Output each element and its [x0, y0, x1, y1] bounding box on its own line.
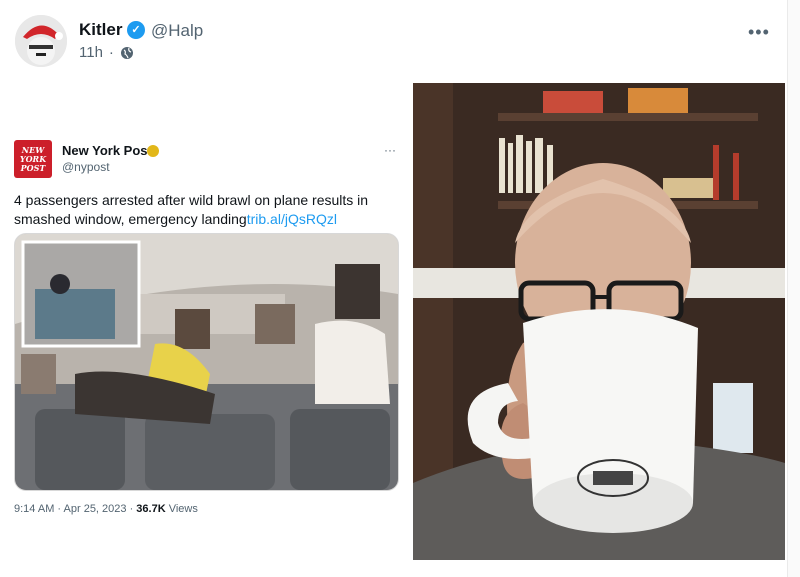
embed-views-count: 36.7K [136, 503, 166, 515]
author-handle[interactable]: @Halp [151, 21, 203, 41]
more-options-button[interactable]: ••• [748, 22, 770, 43]
meta-separator: · [108, 44, 114, 61]
globe-icon [120, 46, 133, 59]
embed-more-icon: ··· [384, 143, 396, 157]
avatar[interactable] [15, 15, 67, 67]
embed-account-name: New York Post [62, 143, 152, 158]
post-meta: 11h · [79, 44, 134, 61]
nypost-logo: NEW YORK POST [14, 140, 52, 178]
gold-verified-icon [147, 145, 159, 157]
embed-account-handle: @nypost [62, 160, 110, 174]
plane-brawl-photo [14, 233, 399, 491]
post-time[interactable]: 11h [79, 44, 103, 61]
embed-timestamp: 9:14 AM · Apr 25, 2023 · [14, 503, 137, 515]
embed-meta: 9:14 AM · Apr 25, 2023 · 36.7K Views [14, 503, 198, 515]
verified-badge-icon: ✓ [127, 21, 145, 39]
logo-line-3: POST [20, 162, 46, 173]
man-drinking-mug-photo[interactable] [413, 83, 785, 560]
embed-tweet-text: 4 passengers arrested after wild brawl o… [14, 191, 384, 229]
embed-link: trib.al/jQsRQzl [246, 211, 337, 227]
embed-views-label: Views [165, 503, 198, 515]
avatar-image [15, 15, 67, 67]
scrollbar[interactable] [787, 0, 800, 577]
author-name[interactable]: Kitler [79, 20, 122, 40]
